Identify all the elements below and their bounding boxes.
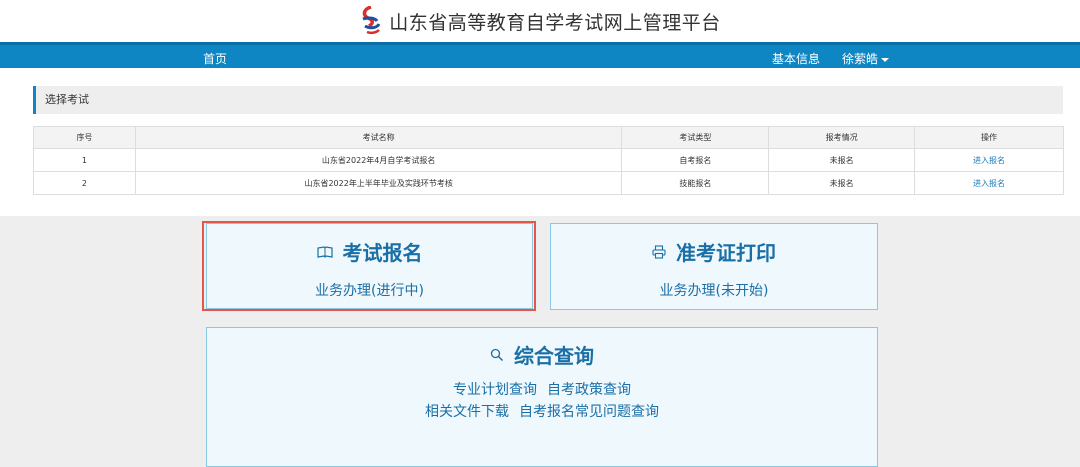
column-header: 考试类型 <box>621 126 770 149</box>
selection-highlight <box>202 221 536 311</box>
row-index: 1 <box>33 148 136 172</box>
site-title: 山东省高等教育自学考试网上管理平台 <box>389 11 721 34</box>
admission-print-status: 业务办理(未开始) <box>659 283 769 299</box>
admission-print-card[interactable]: 准考证打印 业务办理(未开始) <box>550 223 878 310</box>
column-header: 考试名称 <box>134 126 623 149</box>
exam-select-panel: 选择考试 序号 考试名称 考试类型 报考情况 操作 1 山东省2022年4月自学… <box>0 68 1080 216</box>
logo-icon <box>362 6 381 35</box>
query-title: 综合查询 <box>514 344 594 368</box>
table-row: 1 山东省2022年4月自学考试报名 自考报名 未报名 进入报名 <box>33 148 1064 172</box>
query-links: 专业计划查询 自考政策查询 相关文件下载 自考报名常见问题查询 <box>207 379 877 423</box>
link-policy-query[interactable]: 自考政策查询 <box>547 382 631 398</box>
table-row: 2 山东省2022年上半年毕业及实践环节考核 技能报名 未报名 进入报名 <box>33 171 1064 195</box>
nav-home-link[interactable]: 首页 <box>203 50 227 67</box>
search-icon <box>490 348 504 361</box>
register-status: 未报名 <box>768 148 916 172</box>
row-index: 2 <box>33 171 136 195</box>
register-status: 未报名 <box>768 171 916 195</box>
exam-type: 技能报名 <box>621 171 770 195</box>
column-header: 操作 <box>914 126 1064 149</box>
exam-name: 山东省2022年4月自学考试报名 <box>134 148 623 172</box>
query-links-row: 专业计划查询 自考政策查询 <box>207 379 877 401</box>
admission-print-title: 准考证打印 <box>676 241 776 265</box>
column-header: 报考情况 <box>768 126 916 149</box>
chevron-down-icon <box>881 57 890 62</box>
link-major-plan-query[interactable]: 专业计划查询 <box>453 382 537 398</box>
link-file-download[interactable]: 相关文件下载 <box>425 404 509 420</box>
section-title: 选择考试 <box>33 86 1063 114</box>
enter-register-link[interactable]: 进入报名 <box>973 179 1005 188</box>
site-header: 山东省高等教育自学考试网上管理平台 <box>0 0 1080 42</box>
column-header: 序号 <box>33 126 136 149</box>
nav-basic-info-link[interactable]: 基本信息 <box>772 50 820 67</box>
printer-icon <box>652 244 666 259</box>
comprehensive-query-card: 综合查询 专业计划查询 自考政策查询 相关文件下载 自考报名常见问题查询 <box>206 327 878 467</box>
card-title: 准考证打印 <box>551 237 877 266</box>
action-cell: 进入报名 <box>914 171 1064 195</box>
card-title: 综合查询 <box>207 340 877 369</box>
table-header-row: 序号 考试名称 考试类型 报考情况 操作 <box>33 126 1064 149</box>
user-menu[interactable]: 徐萦皓 <box>842 50 890 67</box>
action-cell: 进入报名 <box>914 148 1064 172</box>
query-links-row: 相关文件下载 自考报名常见问题查询 <box>207 401 877 423</box>
exam-type: 自考报名 <box>621 148 770 172</box>
top-navbar: 首页 基本信息 徐萦皓 <box>0 42 1080 68</box>
link-faq-query[interactable]: 自考报名常见问题查询 <box>519 404 659 420</box>
exam-table: 序号 考试名称 考试类型 报考情况 操作 1 山东省2022年4月自学考试报名 … <box>33 126 1064 195</box>
user-name: 徐萦皓 <box>842 52 879 66</box>
enter-register-link[interactable]: 进入报名 <box>973 156 1005 165</box>
exam-name: 山东省2022年上半年毕业及实践环节考核 <box>134 171 623 195</box>
